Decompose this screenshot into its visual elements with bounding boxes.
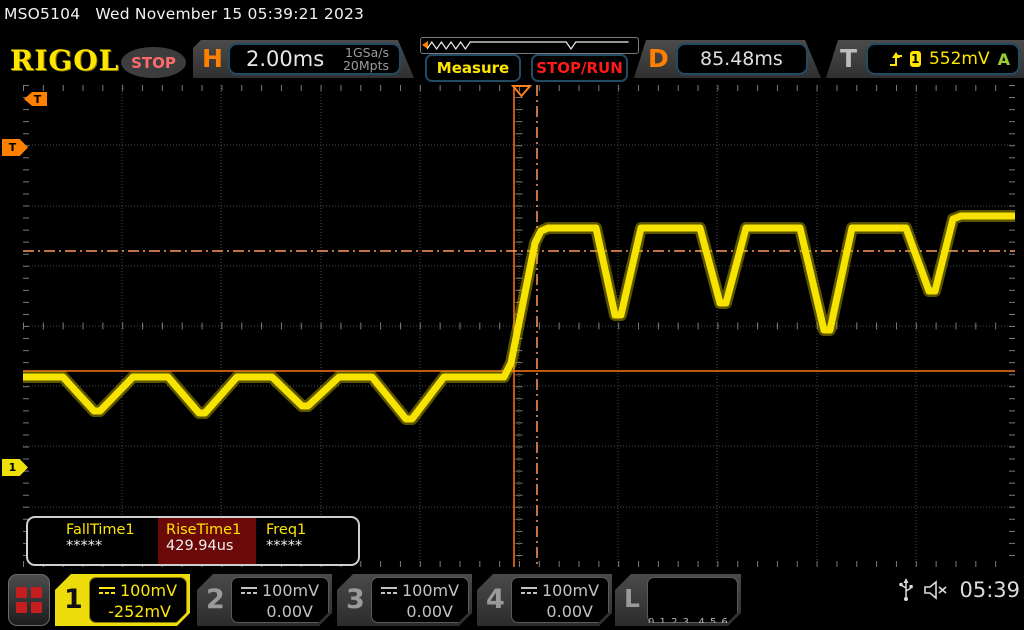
memory-waveform-zigzag[interactable] bbox=[420, 37, 639, 54]
channel-tab-2[interactable]: 2 100mV 0.00V bbox=[197, 574, 332, 626]
run-state-indicator[interactable]: STOP bbox=[121, 47, 186, 78]
header-bar: RIGOL STOP H 2.00ms 1GSa/s 20Mpts Measur… bbox=[0, 35, 1024, 82]
main-menu-button[interactable] bbox=[8, 574, 50, 626]
timebase-value: 2.00ms bbox=[246, 47, 325, 71]
memory-depth: 20Mpts bbox=[342, 58, 389, 73]
waveform-display bbox=[23, 85, 1015, 567]
dc-coupling-icon bbox=[521, 587, 537, 594]
channel2-offset: 0.00V bbox=[266, 602, 313, 621]
trigger-box: 1 552mV A bbox=[866, 43, 1020, 75]
trigger-source-badge: 1 bbox=[909, 51, 921, 67]
trigger-settings-tab[interactable]: T 1 552mV A bbox=[826, 40, 1024, 78]
horizontal-settings-tab[interactable]: H 2.00ms 1GSa/s 20Mpts bbox=[193, 40, 414, 78]
oscilloscope-screen: MSO5104 Wed November 15 05:39:21 2023 RI… bbox=[0, 0, 1024, 630]
measurement-freq[interactable]: Freq1 ***** bbox=[256, 518, 358, 564]
trigger-label: T bbox=[840, 44, 858, 73]
channel-status-bar: 1 100mV -252mV 2 100mV 0.00V 3 100mV 0.0… bbox=[0, 570, 1024, 630]
trigger-level-value: 552mV bbox=[928, 49, 990, 69]
channel4-scale: 100mV bbox=[542, 581, 600, 600]
usb-icon bbox=[899, 578, 914, 601]
model-name: MSO5104 bbox=[4, 5, 81, 23]
delay-box: 85.48ms bbox=[676, 43, 808, 75]
delay-label: D bbox=[648, 44, 669, 73]
channel1-scale: 100mV bbox=[120, 581, 178, 600]
zigzag-icon bbox=[427, 40, 629, 51]
logic-row1: 0 1 2 3 4 5 6 7 bbox=[648, 617, 741, 628]
channel-tab-4[interactable]: 4 100mV 0.00V bbox=[477, 574, 612, 626]
trigger-position-triangle-icon[interactable] bbox=[510, 85, 533, 98]
stop-run-button[interactable]: STOP/RUN bbox=[531, 54, 628, 82]
channel-tab-1[interactable]: 1 100mV -252mV bbox=[55, 574, 190, 626]
channel2-scale: 100mV bbox=[262, 581, 320, 600]
status-clock: 05:39 bbox=[959, 578, 1020, 602]
logic-channels-tab[interactable]: L 0 1 2 3 4 5 6 7 8 9 1011 12131415 bbox=[615, 574, 741, 626]
dc-coupling-icon bbox=[241, 587, 257, 594]
channel3-scale: 100mV bbox=[402, 581, 460, 600]
delay-tab[interactable]: D 85.48ms bbox=[634, 40, 821, 78]
channel3-offset: 0.00V bbox=[406, 602, 453, 621]
menu-grid-icon bbox=[16, 587, 42, 613]
rigol-logo: RIGOL bbox=[10, 44, 120, 77]
measurement-risetime-selected[interactable]: RiseTime1 429.94us bbox=[158, 518, 256, 564]
measurement-panel[interactable]: FallTime1 ***** RiseTime1 429.94us Freq1… bbox=[26, 516, 360, 566]
measure-button[interactable]: Measure bbox=[425, 54, 521, 82]
datetime: Wed November 15 05:39:21 2023 bbox=[95, 5, 365, 23]
speaker-muted-icon[interactable] bbox=[923, 580, 949, 600]
dc-coupling-icon bbox=[99, 587, 115, 594]
channel-tab-3[interactable]: 3 100mV 0.00V bbox=[337, 574, 472, 626]
channel1-offset: -252mV bbox=[108, 602, 171, 621]
title-bar: MSO5104 Wed November 15 05:39:21 2023 bbox=[4, 5, 364, 23]
dc-coupling-icon bbox=[381, 587, 397, 594]
measurement-falltime[interactable]: FallTime1 ***** bbox=[28, 518, 158, 564]
timebase-box[interactable]: 2.00ms 1GSa/s 20Mpts bbox=[228, 43, 401, 75]
channel4-offset: 0.00V bbox=[546, 602, 593, 621]
rising-edge-icon bbox=[890, 51, 902, 66]
horizontal-label: H bbox=[202, 44, 223, 73]
trigger-mode: A bbox=[997, 49, 1010, 69]
delay-value: 85.48ms bbox=[700, 48, 783, 70]
